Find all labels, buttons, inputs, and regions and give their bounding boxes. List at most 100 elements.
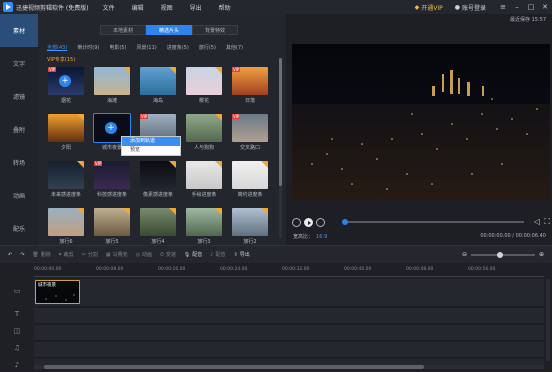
music-track[interactable] (34, 342, 544, 358)
sidebar-item-animation[interactable]: 动画 (0, 179, 38, 212)
add-icon[interactable]: + (105, 122, 117, 134)
media-tile[interactable]: VIP + 烟花 (48, 67, 84, 108)
seek-handle[interactable] (342, 219, 348, 225)
video-clip[interactable]: 城市夜景 (35, 280, 80, 304)
previous-frame-icon[interactable] (292, 217, 301, 227)
open-vip-button[interactable]: ◆ 开通VIP (415, 3, 443, 12)
aspect-ratio[interactable]: 宽高比： 16:9 (293, 233, 327, 240)
media-tile[interactable]: 旅行4 (140, 208, 176, 249)
media-tile[interactable]: 海滩 (94, 67, 130, 108)
voice-settings-button[interactable]: ♪ 配音 (210, 251, 225, 259)
category-movie[interactable]: 电影(5) (109, 44, 126, 51)
close-icon[interactable]: ✕ (538, 3, 552, 11)
media-tile[interactable]: 旅行3 (186, 208, 222, 249)
category-all[interactable]: 全部(43) (47, 44, 67, 51)
login-button[interactable]: ● 账号登录 (455, 3, 486, 12)
text-track-icon[interactable]: T (0, 305, 34, 322)
text-track[interactable] (34, 308, 544, 324)
media-tile[interactable]: VIP 科技感进度条 (94, 161, 130, 202)
stop-icon[interactable] (316, 217, 325, 227)
media-tile[interactable]: VIP 交叉路口 (232, 114, 268, 155)
mosaic-button[interactable]: ▦ 马赛克 (106, 251, 128, 259)
overlay-track[interactable] (34, 325, 544, 341)
media-tile[interactable]: 海岛 (140, 67, 176, 108)
aspect-ratio-value[interactable]: 16:9 (316, 234, 327, 240)
sidebar-item-transition[interactable]: 转场 (0, 146, 38, 179)
sidebar-item-media[interactable]: 素材 (0, 14, 38, 47)
audio-track-icon[interactable]: ♪ (0, 356, 34, 372)
media-tile[interactable]: 简约进度条 (232, 161, 268, 202)
sidebar-item-overlay[interactable]: 叠附 (0, 113, 38, 146)
music-track-icon[interactable]: ♫ (0, 339, 34, 356)
export-button[interactable]: ⇪ 导出 (234, 251, 250, 259)
fullscreen-icon[interactable]: ⛶ (544, 217, 550, 227)
zoom-handle[interactable] (496, 251, 503, 258)
zoom-out-icon[interactable]: ⊖ (462, 251, 467, 258)
video-preview[interactable] (292, 44, 550, 200)
category-travel[interactable]: 旅行(5) (199, 44, 216, 51)
volume-icon[interactable]: ◁ (534, 217, 540, 226)
tile-label: 旅行4 (151, 239, 165, 245)
maximize-icon[interactable]: □ (524, 3, 538, 11)
play-icon[interactable] (304, 217, 313, 227)
app-title: 迅捷视频剪辑软件 (免费版) (16, 4, 89, 12)
minimize-icon[interactable]: – (510, 3, 524, 11)
overlay-track-icon[interactable]: ◫ (0, 322, 34, 339)
menu-view[interactable]: 视图 (161, 3, 173, 12)
add-to-track-menu-item[interactable]: 添加到轨道 (122, 137, 180, 146)
library-scroll-thumb[interactable] (279, 58, 282, 186)
media-tile[interactable]: 旅行2 (232, 208, 268, 249)
tool-label: 删除 (40, 252, 51, 258)
category-countdown[interactable]: 倒计时(9) (77, 44, 99, 51)
time-ruler[interactable]: 00:00:00.00 00:00:08.00 00:00:16.00 00:0… (34, 267, 544, 277)
record-voice-button[interactable]: 🎙 配音 (184, 251, 202, 259)
media-tile[interactable]: 夕阳 (48, 114, 84, 155)
video-track-icon[interactable]: ▭ (0, 277, 34, 305)
category-scenery[interactable]: 风景(11) (136, 44, 156, 51)
split-button[interactable]: ✂ 分割 (82, 251, 98, 259)
tab-local-media[interactable]: 本地素材 (100, 25, 146, 35)
library-scrollbar[interactable] (279, 58, 282, 238)
undo-button[interactable]: ↶ (8, 252, 12, 258)
sidebar-item-label: 转场 (12, 160, 25, 167)
menu-file[interactable]: 文件 (103, 3, 115, 12)
tile-label: 旅行2 (243, 239, 257, 245)
media-tile[interactable]: 手绘进度条 (186, 161, 222, 202)
crop-button[interactable]: ⌗ 裁剪 (59, 251, 74, 259)
sidebar-item-filters[interactable]: 滤镜 (0, 80, 38, 113)
speed-button[interactable]: ⏱ 变速 (160, 251, 176, 259)
corner-badge-icon (77, 114, 84, 121)
ruler-tick: 00:00:00.00 (34, 267, 62, 272)
media-tile[interactable]: 未来感进度条 (48, 161, 84, 202)
media-tile[interactable]: VIP 日落 (232, 67, 268, 108)
category-other[interactable]: 其他(7) (226, 44, 243, 51)
media-tile[interactable]: 像素感进度条 (140, 161, 176, 202)
media-library-panel: 本地素材 精选片头 背景特效 全部(43) 倒计时(9) 电影(5) 风景(11… (38, 14, 286, 245)
menu-edit[interactable]: 编辑 (132, 3, 144, 12)
animation-button[interactable]: ◎ 动画 (136, 251, 152, 259)
sidebar-item-music[interactable]: 配乐 (0, 212, 38, 245)
zoom-in-icon[interactable]: ⊕ (539, 251, 544, 258)
add-icon[interactable]: + (59, 75, 71, 87)
menu-help[interactable]: 帮助 (219, 3, 231, 12)
media-tile[interactable]: 樱花 (186, 67, 222, 108)
category-progress[interactable]: 进度条(5) (167, 44, 189, 51)
video-track[interactable]: 城市夜景 (34, 279, 544, 307)
zoom-slider[interactable] (470, 251, 535, 258)
context-menu: 添加到轨道 预览 (121, 136, 181, 156)
redo-button[interactable]: ↷ (20, 252, 24, 258)
sidebar-item-text[interactable]: 文字 (0, 47, 38, 80)
timeline-vertical-scrollbar[interactable] (546, 279, 550, 361)
media-tile[interactable]: 人与狗狗 (186, 114, 222, 155)
preview-menu-item[interactable]: 预览 (122, 146, 180, 155)
timeline-scroll-thumb[interactable] (44, 365, 424, 369)
media-tile[interactable]: 旅行5 (94, 208, 130, 249)
media-tile[interactable]: 旅行6 (48, 208, 84, 249)
tab-featured-intros[interactable]: 精选片头 (146, 25, 192, 35)
tab-background-effects[interactable]: 背景特效 (192, 25, 238, 35)
delete-button[interactable]: 🗑 删除 (32, 251, 51, 259)
timeline-horizontal-scrollbar[interactable] (34, 365, 544, 369)
menu-icon[interactable]: ≡ (496, 3, 510, 11)
menu-export[interactable]: 导出 (190, 3, 202, 12)
seek-bar[interactable] (342, 219, 524, 225)
